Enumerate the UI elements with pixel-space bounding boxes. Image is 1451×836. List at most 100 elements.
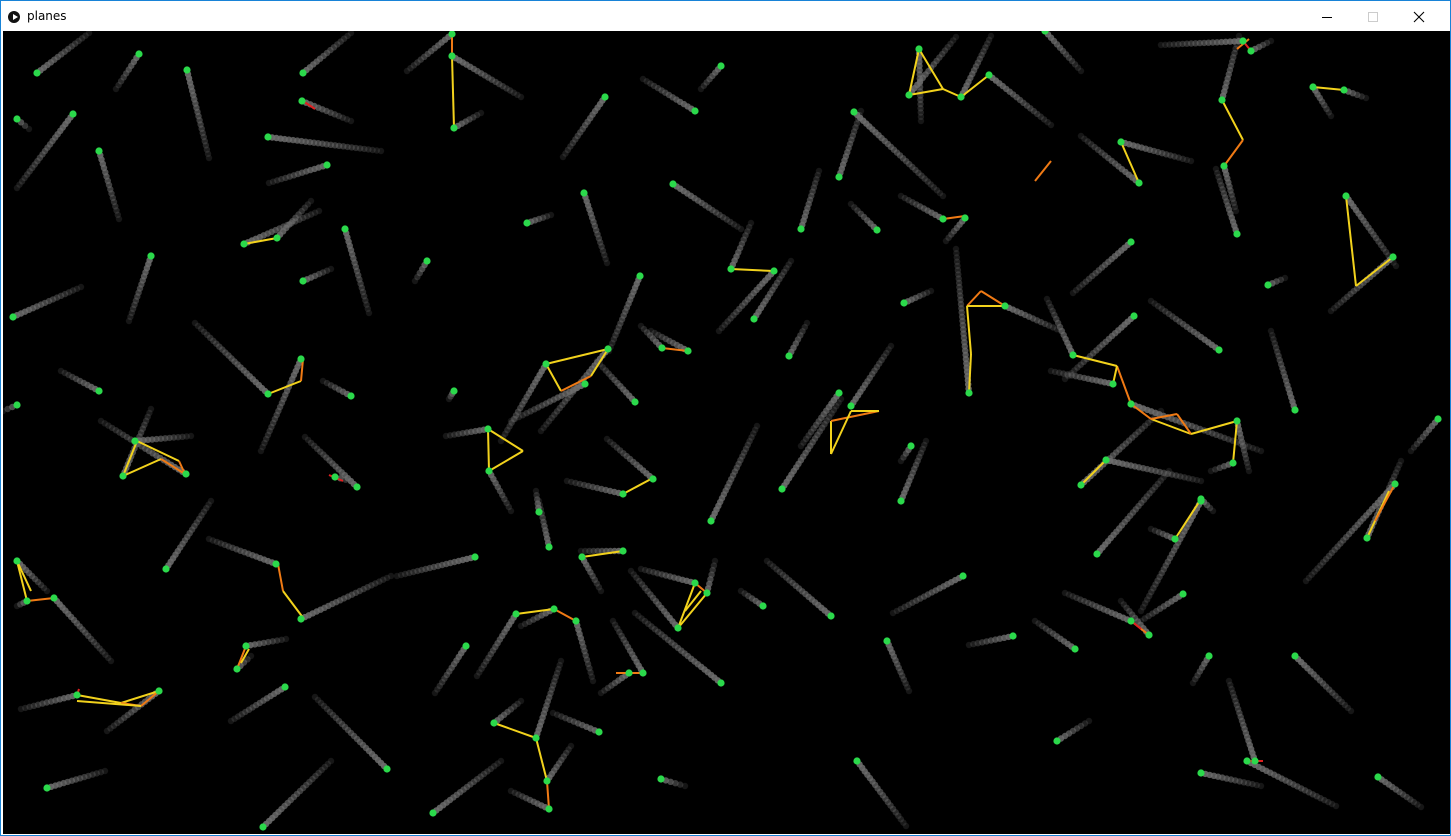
plane-trail — [227, 686, 285, 725]
play-circle-icon — [8, 11, 20, 23]
plane — [1053, 737, 1061, 745]
plane-trail — [549, 709, 598, 734]
plane-trail — [605, 276, 642, 355]
plane — [259, 823, 267, 831]
plane-trail — [603, 435, 653, 480]
plane-trail — [1077, 132, 1139, 184]
plane — [619, 490, 627, 498]
proximity-link — [282, 590, 305, 620]
minimize-button[interactable] — [1304, 1, 1350, 31]
plane-trail — [431, 646, 467, 697]
plane — [1342, 192, 1350, 200]
plane — [1291, 652, 1299, 660]
plane — [242, 642, 250, 650]
plane-trail — [527, 211, 555, 225]
plane — [965, 389, 973, 397]
close-icon — [1413, 11, 1425, 23]
plane-trail — [942, 218, 966, 245]
plane — [135, 50, 143, 58]
plane-trail — [889, 574, 963, 617]
plane — [1109, 380, 1117, 388]
plane-trail — [781, 395, 845, 489]
plane — [73, 691, 81, 699]
plane-trail — [1189, 656, 1210, 687]
plane — [535, 508, 543, 516]
plane-trail — [403, 33, 452, 75]
plane — [550, 605, 558, 613]
plane — [545, 805, 553, 813]
plane-trail — [593, 357, 636, 402]
plane — [450, 387, 458, 395]
plane-trail — [788, 319, 811, 356]
plane-trail — [319, 377, 351, 398]
plane-trail — [473, 614, 517, 680]
plane — [1264, 281, 1272, 289]
plane-trail — [1378, 776, 1425, 811]
proximity-link — [1034, 160, 1052, 182]
plane-trail — [609, 617, 645, 673]
plane — [450, 124, 458, 132]
plane-trail — [1147, 297, 1219, 351]
plane — [462, 642, 470, 650]
plane — [162, 565, 170, 573]
plane-trail — [393, 554, 475, 580]
simulation-canvas[interactable] — [3, 31, 1450, 834]
plane-trail — [507, 787, 549, 811]
plane-trail — [13, 283, 85, 319]
proximity-link — [1116, 365, 1132, 405]
plane-trail — [673, 183, 745, 233]
plane — [490, 719, 498, 727]
close-button[interactable] — [1396, 1, 1442, 31]
plane — [542, 360, 550, 368]
plane — [264, 390, 272, 398]
maximize-button[interactable] — [1350, 1, 1396, 31]
plane — [281, 683, 289, 691]
plane — [625, 669, 633, 677]
plane — [759, 602, 767, 610]
title-bar[interactable]: planes — [1, 1, 1450, 31]
plane — [1251, 757, 1259, 765]
plane — [985, 71, 993, 79]
proximity-link — [451, 55, 455, 129]
plane — [1233, 417, 1241, 425]
plane — [323, 161, 331, 169]
plane — [264, 133, 272, 141]
plane-trail — [697, 66, 722, 93]
plane — [545, 543, 553, 551]
plane-trail — [737, 587, 763, 607]
plane-trail — [563, 477, 622, 497]
plane-trail — [639, 75, 695, 112]
plane-trail — [1157, 38, 1242, 49]
plane — [512, 610, 520, 618]
plane-trail — [57, 367, 99, 393]
plane-trail — [1057, 717, 1093, 742]
plane — [240, 240, 248, 248]
plane — [797, 225, 805, 233]
plane-trail — [488, 471, 515, 515]
plane — [9, 313, 17, 321]
plane — [95, 147, 103, 155]
plane-trail — [311, 693, 388, 770]
plane — [1127, 400, 1135, 408]
plane — [1127, 617, 1135, 625]
plane — [674, 624, 682, 632]
plane-trail — [257, 359, 303, 455]
plane — [1197, 495, 1205, 503]
plane — [1434, 415, 1442, 423]
plane-trail — [856, 761, 910, 830]
plane — [631, 398, 639, 406]
plane-trail — [1251, 37, 1275, 53]
plane — [657, 775, 665, 783]
plane-trail — [247, 635, 290, 649]
plane-trail — [53, 597, 115, 665]
plane — [578, 553, 586, 561]
plane-trail — [269, 134, 385, 155]
plane — [717, 679, 725, 687]
plane-trail — [1044, 31, 1085, 75]
plane — [900, 299, 908, 307]
plane-trail — [1061, 589, 1131, 623]
plane-trail — [165, 497, 215, 569]
plane-trail — [847, 200, 877, 230]
plane — [448, 52, 456, 60]
plane — [13, 401, 21, 409]
